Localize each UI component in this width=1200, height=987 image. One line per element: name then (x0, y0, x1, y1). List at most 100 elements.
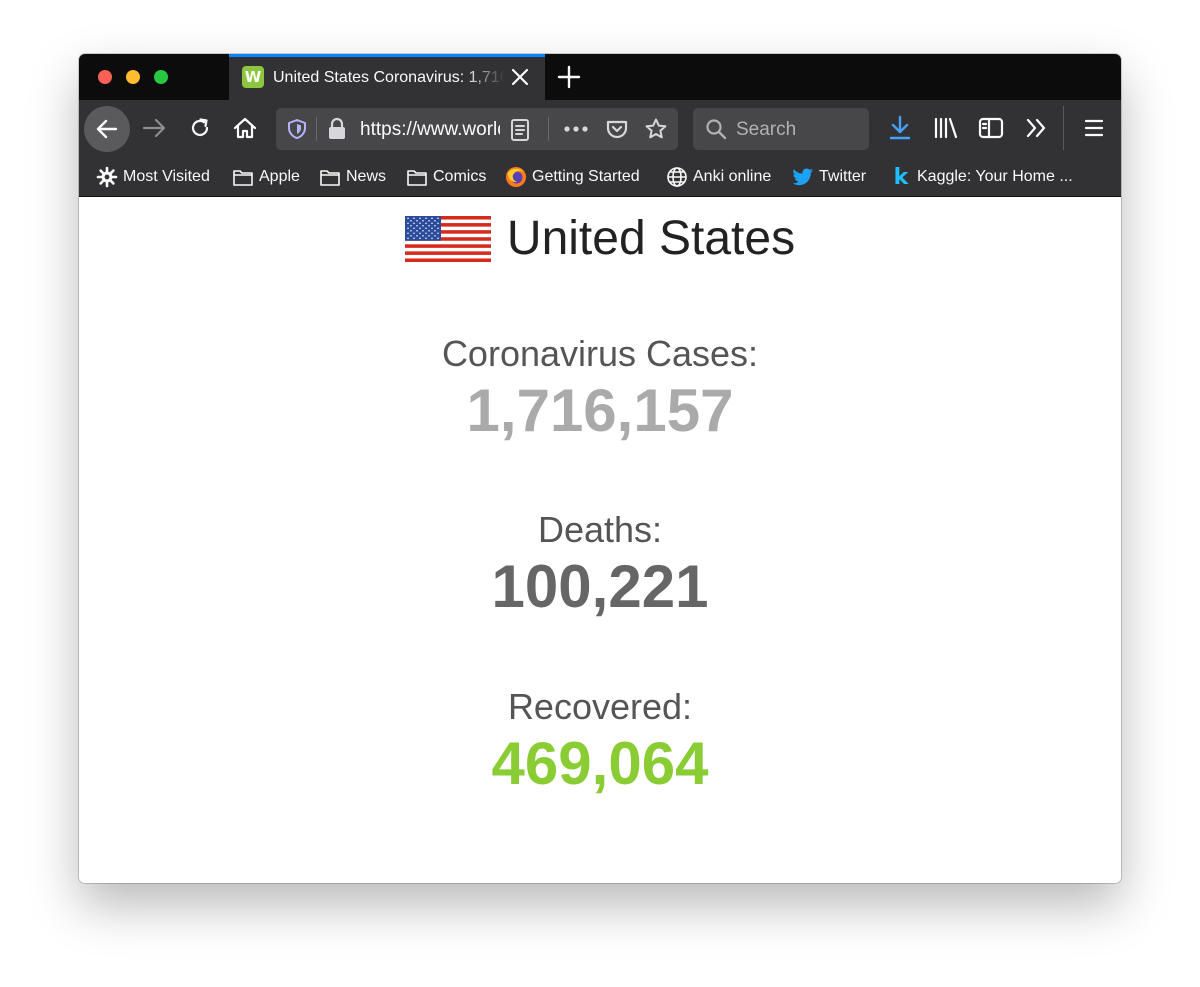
forward-arrow-icon[interactable] (142, 116, 168, 140)
flag-star (434, 220, 436, 222)
flag-star (431, 222, 433, 225)
toolbar-divider (1063, 106, 1064, 150)
pocket-icon[interactable] (605, 117, 629, 141)
flag-star (419, 227, 421, 230)
flag-star (413, 227, 415, 230)
flag-star (437, 217, 439, 220)
flag-star (419, 237, 421, 240)
bookmark-label: Most Visited (123, 168, 210, 185)
search-bar[interactable]: Search (693, 108, 869, 150)
flag-star (434, 225, 436, 227)
bookmark-label: Twitter (819, 168, 867, 185)
tab-strip: W United States Coronavirus: 1,716,157 C… (79, 54, 1121, 100)
home-icon[interactable] (232, 115, 258, 141)
flag-star (437, 237, 439, 240)
cases-label: Coronavirus Cases: (441, 333, 759, 374)
nav-toolbar: https://www.worldometers.info/coronaviru… (79, 100, 1121, 156)
country-name: United States (506, 212, 796, 265)
deaths-label: Deaths: (537, 509, 663, 550)
bookmark-folder-comics[interactable]: Comics (406, 166, 486, 188)
flag-star (431, 232, 433, 235)
page-actions-icon[interactable] (563, 120, 589, 138)
twitter-icon (792, 166, 814, 188)
overflow-chevrons-icon[interactable] (1024, 117, 1048, 139)
back-button[interactable] (84, 106, 130, 152)
flag-star (428, 235, 430, 237)
tracking-shield-icon[interactable] (286, 118, 308, 140)
bookmark-twitter[interactable]: Twitter (792, 166, 866, 188)
flag-star (407, 222, 409, 225)
flag-star (431, 217, 433, 220)
bookmark-label: Anki online (693, 168, 772, 185)
tab-active[interactable]: W United States Coronavirus: 1,716,157 C… (229, 54, 545, 100)
firefox-icon (505, 166, 527, 188)
url-text: https://www.worldometers.info/coronaviru… (360, 119, 500, 140)
bookmark-most-visited[interactable]: Most Visited (96, 166, 210, 188)
worldometer-favicon-icon: W (242, 66, 264, 88)
flag-star (416, 230, 418, 232)
bookmark-anki-online[interactable]: Anki online (666, 166, 771, 188)
folder-icon (319, 166, 341, 188)
search-icon (706, 119, 727, 140)
flag-star (410, 225, 412, 227)
bookmark-kaggle[interactable]: k Kaggle: Your Home ... (890, 165, 1073, 190)
flag-star (407, 237, 409, 240)
lock-icon[interactable] (326, 117, 348, 141)
bookmark-label: News (346, 168, 387, 185)
search-placeholder: Search (736, 119, 797, 140)
gear-icon (96, 166, 118, 188)
new-tab-icon[interactable] (557, 65, 581, 89)
flag-star (425, 232, 427, 235)
flag-star (428, 220, 430, 222)
hamburger-menu-icon[interactable] (1083, 117, 1105, 139)
recovered-value: 469,064 (491, 730, 709, 797)
flag-star (416, 220, 418, 222)
bookmark-label: Apple (259, 168, 300, 185)
flag-star (410, 235, 412, 237)
sidebar-icon[interactable] (978, 116, 1004, 140)
flag-star (422, 230, 424, 232)
url-bar[interactable]: https://www.worldometers.info/coronaviru… (276, 108, 678, 150)
minimize-window-button[interactable] (126, 70, 140, 84)
flag-star (410, 230, 412, 232)
bookmark-star-icon[interactable] (644, 117, 668, 141)
flag-star (407, 217, 409, 220)
flag-star (407, 227, 409, 230)
flag-star (434, 235, 436, 237)
flag-star (437, 222, 439, 225)
cases-value: 1,716,157 (466, 377, 734, 444)
bookmark-folder-apple[interactable]: Apple (232, 166, 300, 188)
zoom-window-button[interactable] (154, 70, 168, 84)
deaths-value: 100,221 (491, 553, 709, 620)
flag-star (413, 237, 415, 240)
flag-star (413, 222, 415, 225)
url-separator (548, 117, 549, 141)
library-icon[interactable] (933, 116, 959, 140)
flag-star (407, 232, 409, 235)
flag-star (425, 222, 427, 225)
tab-title-fade (465, 66, 505, 88)
page-content: United States Coronavirus Cases: 1,716,1… (79, 197, 1121, 883)
flag-star (419, 222, 421, 225)
downloads-icon[interactable] (888, 115, 912, 141)
flag-star (422, 225, 424, 227)
folder-icon (232, 166, 254, 188)
flag-star (437, 232, 439, 235)
reload-icon[interactable] (188, 116, 212, 140)
bookmark-label: Comics (433, 168, 487, 185)
flag-star (416, 225, 418, 227)
bookmark-folder-news[interactable]: News (319, 166, 386, 188)
back-arrow-icon (96, 119, 118, 139)
flag-star (419, 232, 421, 235)
flag-star (410, 220, 412, 222)
flag-star (428, 225, 430, 227)
country-header: United States (79, 209, 1121, 269)
bookmark-getting-started[interactable]: Getting Started (505, 166, 640, 188)
flag-star (437, 227, 439, 230)
close-tab-icon[interactable] (509, 66, 531, 88)
reader-view-icon[interactable] (509, 118, 531, 142)
us-flag-icon (404, 216, 491, 262)
flag-star (431, 237, 433, 240)
tab-active-indicator (229, 54, 545, 57)
close-window-button[interactable] (98, 70, 112, 84)
